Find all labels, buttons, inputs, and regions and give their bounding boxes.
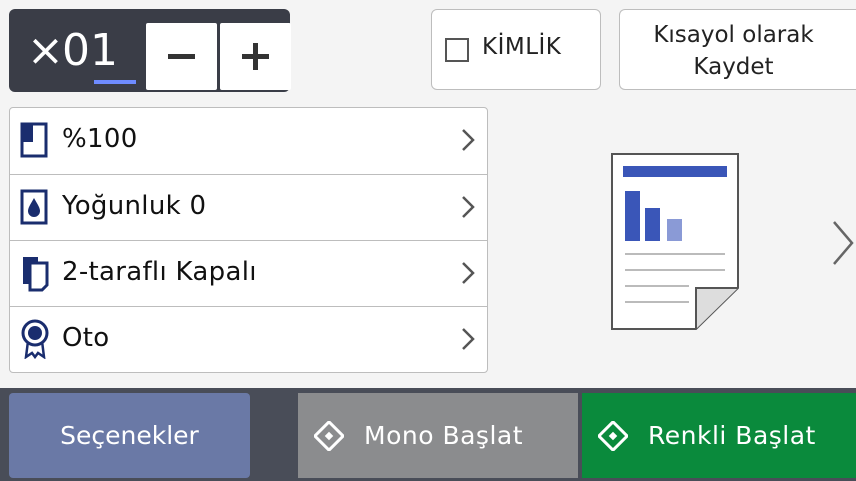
increase-copies-button[interactable] [220,23,291,90]
page-size-icon [20,122,48,158]
density-drop-icon [20,189,48,225]
color-start-label: Renkli Başlat [648,421,816,450]
mono-start-label: Mono Başlat [364,421,524,450]
setting-row-enlarge[interactable]: %100 [10,108,487,174]
setting-row-quality[interactable]: Oto [10,306,487,373]
quality-ribbon-icon [21,319,49,359]
color-start-button[interactable]: Renkli Başlat [582,393,856,478]
chevron-right-icon [462,262,475,284]
start-diamond-icon [314,421,344,451]
save-shortcut-button[interactable]: Kısayol olarak Kaydet [619,9,856,90]
start-diamond-icon [598,421,628,451]
minus-icon [168,54,195,59]
decrease-copies-button[interactable] [146,23,217,90]
save-shortcut-label-line1: Kısayol olarak [653,22,814,48]
settings-list: %100 Yoğunluk 0 2-taraflı Kapalı Oto [9,107,488,373]
chevron-right-icon [462,328,475,350]
id-copy-label: KİMLİK [482,34,562,60]
save-shortcut-label-line2: Kaydet [693,54,774,80]
copies-count[interactable]: 01 [62,26,118,76]
setting-label: Yoğunluk 0 [62,191,207,221]
copies-multiply-sign: × [27,25,64,76]
setting-row-duplex[interactable]: 2-taraflı Kapalı [10,240,487,307]
chevron-right-icon [462,196,475,218]
id-copy-button[interactable]: KİMLİK [431,9,601,90]
mono-start-button[interactable]: Mono Başlat [298,393,578,478]
next-page-arrow-icon[interactable] [832,220,854,266]
setting-label: %100 [62,124,138,154]
options-button[interactable]: Seçenekler [9,393,250,478]
setting-label: Oto [62,323,110,353]
copies-cursor [94,80,136,84]
chevron-right-icon [462,129,475,151]
setting-label: 2-taraflı Kapalı [62,257,257,287]
setting-row-density[interactable]: Yoğunluk 0 [10,174,487,241]
document-preview-icon [611,153,739,330]
id-copy-checkbox-icon [445,38,469,62]
copies-control: × 01 [9,9,291,92]
duplex-icon [23,257,49,292]
